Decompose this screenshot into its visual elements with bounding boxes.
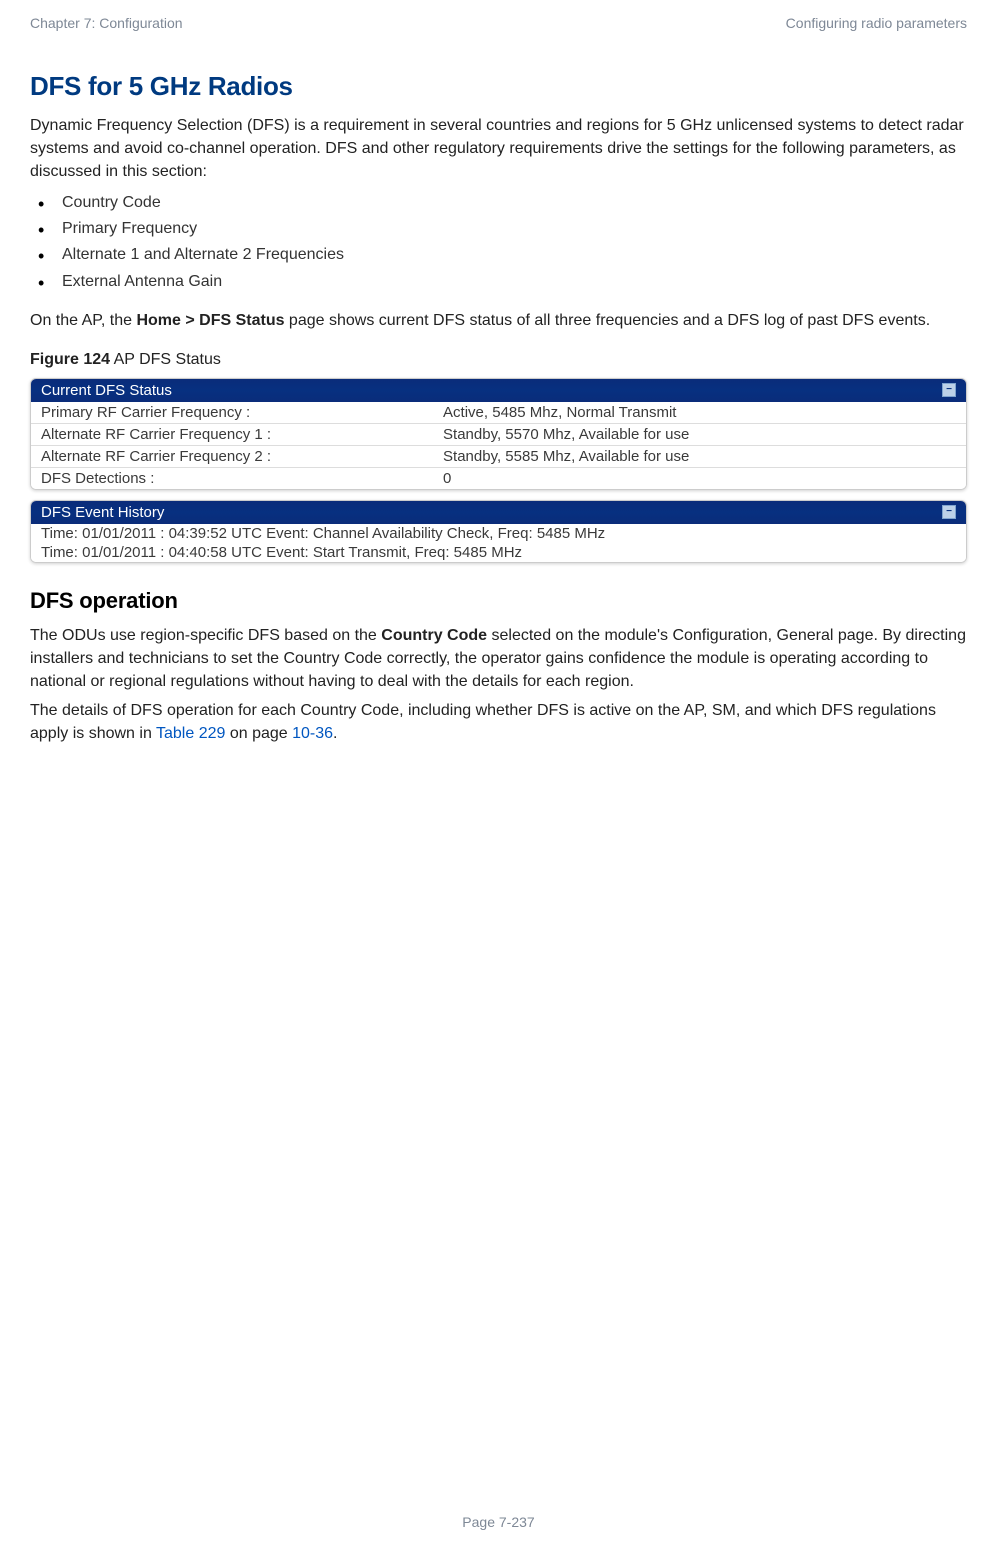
table-229-link[interactable]: Table 229 <box>156 725 225 742</box>
row-value: Active, 5485 Mhz, Normal Transmit <box>433 402 966 424</box>
text: The ODUs use region-specific DFS based o… <box>30 627 381 644</box>
row-value: 0 <box>433 467 966 489</box>
figure-label: Figure 124 AP DFS Status <box>30 348 967 371</box>
panel-header: Current DFS Status − <box>31 379 966 402</box>
list-item: Country Code <box>30 190 967 216</box>
page-10-36-link[interactable]: 10-36 <box>292 725 333 742</box>
history-line: Time: 01/01/2011 : 04:39:52 UTC Event: C… <box>31 524 966 543</box>
list-item: Alternate 1 and Alternate 2 Frequencies <box>30 242 967 268</box>
table-row: DFS Detections : 0 <box>31 467 966 489</box>
page-footer: Page 7-237 <box>0 1514 997 1530</box>
text: on page <box>225 725 292 742</box>
operation-paragraph-1: The ODUs use region-specific DFS based o… <box>30 624 967 694</box>
panel-title: DFS Event History <box>41 504 164 521</box>
dfs-status-table: Primary RF Carrier Frequency : Active, 5… <box>31 402 966 489</box>
table-row: Alternate RF Carrier Frequency 2 : Stand… <box>31 445 966 467</box>
heading-dfs-operation: DFS operation <box>30 588 967 614</box>
row-value: Standby, 5570 Mhz, Available for use <box>433 423 966 445</box>
heading-dfs-5ghz: DFS for 5 GHz Radios <box>30 71 967 102</box>
panel-body: Time: 01/01/2011 : 04:39:52 UTC Event: C… <box>31 524 966 562</box>
table-row: Alternate RF Carrier Frequency 1 : Stand… <box>31 423 966 445</box>
collapse-icon[interactable]: − <box>942 383 956 397</box>
text: . <box>333 725 337 742</box>
page-header: Chapter 7: Configuration Configuring rad… <box>30 15 967 31</box>
row-label: Alternate RF Carrier Frequency 2 : <box>31 445 433 467</box>
dfs-event-history-panel: DFS Event History − Time: 01/01/2011 : 0… <box>30 500 967 563</box>
table-row: Primary RF Carrier Frequency : Active, 5… <box>31 402 966 424</box>
list-item: External Antenna Gain <box>30 269 967 295</box>
history-line: Time: 01/01/2011 : 04:40:58 UTC Event: S… <box>31 543 966 562</box>
row-label: Alternate RF Carrier Frequency 1 : <box>31 423 433 445</box>
header-right: Configuring radio parameters <box>786 15 967 31</box>
current-dfs-status-panel: Current DFS Status − Primary RF Carrier … <box>30 378 967 490</box>
panel-title: Current DFS Status <box>41 382 172 399</box>
row-label: DFS Detections : <box>31 467 433 489</box>
collapse-icon[interactable]: − <box>942 505 956 519</box>
panel-body: Primary RF Carrier Frequency : Active, 5… <box>31 402 966 489</box>
row-value: Standby, 5585 Mhz, Available for use <box>433 445 966 467</box>
country-code-bold: Country Code <box>381 627 487 644</box>
figure-number: Figure 124 <box>30 351 110 368</box>
figure-title: AP DFS Status <box>110 351 221 368</box>
intro-paragraph: Dynamic Frequency Selection (DFS) is a r… <box>30 114 967 184</box>
panel-header: DFS Event History − <box>31 501 966 524</box>
header-left: Chapter 7: Configuration <box>30 15 183 31</box>
text: page shows current DFS status of all thr… <box>284 312 930 329</box>
parameter-list: Country Code Primary Frequency Alternate… <box>30 190 967 296</box>
row-label: Primary RF Carrier Frequency : <box>31 402 433 424</box>
list-item: Primary Frequency <box>30 216 967 242</box>
operation-paragraph-2: The details of DFS operation for each Co… <box>30 699 967 745</box>
ap-paragraph: On the AP, the Home > DFS Status page sh… <box>30 309 967 332</box>
home-dfs-status-bold: Home > DFS Status <box>136 312 284 329</box>
text: On the AP, the <box>30 312 136 329</box>
